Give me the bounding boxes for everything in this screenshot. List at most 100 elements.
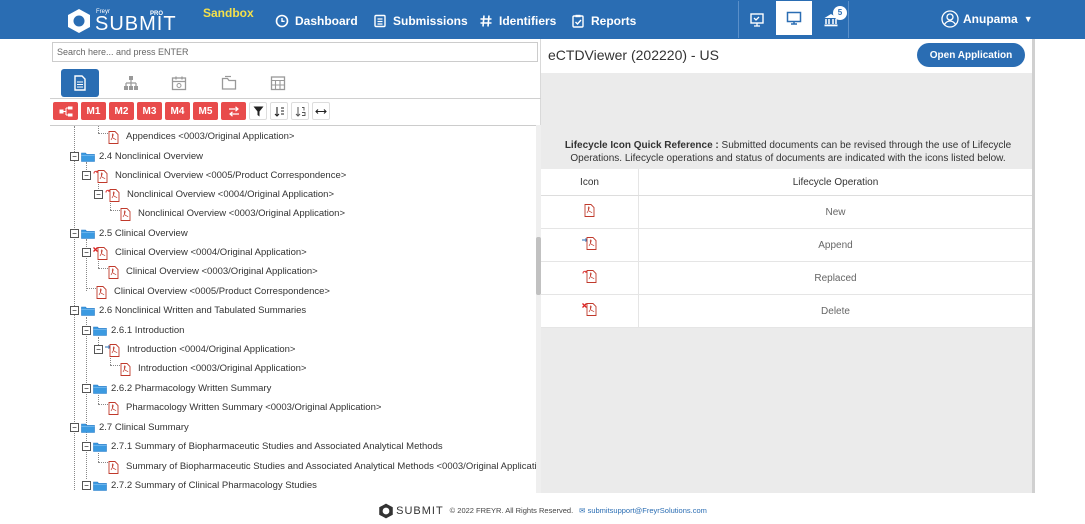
collapse-toggle-icon[interactable]: − [82,384,91,393]
collapse-toggle-icon[interactable]: − [94,190,103,199]
monitor-button[interactable] [776,1,812,38]
table-row: Replaced [541,262,1032,295]
collapse-toggle-icon[interactable]: − [70,152,79,161]
footer-logo: SUBMIT [378,503,444,519]
user-menu[interactable]: Anupama ▼ [941,10,1033,28]
module-m5-button[interactable]: M5 [193,102,218,120]
tree-folder-node[interactable]: − 2.5 Clinical Overview [70,224,188,243]
filter-button[interactable] [249,102,267,120]
grid-calendar-icon [270,76,286,91]
pdf-delete-icon [93,246,109,260]
footer-logo-text: SUBMIT [396,504,444,517]
module-m2-button[interactable]: M2 [109,102,134,120]
tree-document-node[interactable]: − Introduction <0004/Original Application… [94,340,295,359]
logo-pro-text: PRO [150,11,164,17]
tree-document-node[interactable]: Appendices <0003/Original Application> [108,127,294,146]
tree-document-node[interactable]: − Nonclinical Overview <0005/Product Corr… [82,166,346,185]
pdf-new-icon [584,204,596,220]
quick-reference-title: Lifecycle Icon Quick Reference : [564,140,719,151]
folder-icon [93,442,107,452]
copyright-text: © 2022 FREYR. All Rights Reserved. [449,506,574,515]
operation-label: New [825,206,846,218]
folder-icon [93,481,107,491]
tree-document-node[interactable]: Summary of Biopharmaceutic Studies and A… [108,457,536,476]
tree-document-node[interactable]: Clinical Overview <0005/Product Correspo… [96,282,330,301]
table-row: Append [541,229,1032,262]
nav-submissions[interactable]: Submissions [373,12,468,30]
clipboard-check-icon [572,14,584,28]
open-application-button[interactable]: Open Application [917,43,1025,67]
module-m1-button[interactable]: M1 [81,102,106,120]
collapse-toggle-icon[interactable]: − [70,306,79,315]
collapse-toggle-icon[interactable]: − [82,248,91,257]
tree-node-label: Nonclinical Overview <0003/Original Appl… [138,208,346,219]
tab-hierarchy-view[interactable] [112,69,150,97]
tree-document-node[interactable]: Pharmacology Written Summary <0003/Origi… [108,398,381,417]
nav-reports-label: Reports [591,14,637,28]
collapse-toggle-icon[interactable]: − [82,442,91,451]
folder-icon [81,306,95,316]
pdf-replaced-icon [93,169,109,183]
tree-document-node[interactable]: Introduction <0003/Original Application> [120,359,306,378]
sort-icon [274,106,284,117]
ectd-tree: Appendices <0003/Original Application> −2… [50,125,536,493]
tree-node-label: Pharmacology Written Summary <0003/Origi… [126,402,382,413]
tree-folder-node[interactable]: − 2.7 Clinical Summary [70,418,189,437]
tree-document-node[interactable]: − Nonclinical Overview <0004/Original App… [94,185,334,204]
operation-label: Replaced [814,272,857,284]
viewer-panel: eCTDViewer (202220) - US Open Applicatio… [541,39,1032,493]
freyr-submit-logo[interactable]: Freyr SUBMIT PRO [66,6,176,36]
tree-folder-node[interactable]: − 2.6 Nonclinical Written and Tabulated S… [70,301,306,320]
nav-reports[interactable]: Reports [571,12,636,30]
collapse-toggle-icon[interactable]: − [70,229,79,238]
expand-width-button[interactable] [312,102,330,120]
collapse-toggle-icon[interactable]: − [82,326,91,335]
viewer-title: eCTDViewer (202220) - US [548,47,719,63]
tab-grid-calendar-view[interactable] [259,69,297,97]
tree-document-node[interactable]: Clinical Overview <0003/Original Applica… [108,262,318,281]
header-operation: Lifecycle Operation [792,176,879,188]
tab-document-view[interactable] [61,69,99,97]
tab-calendar-view[interactable] [160,69,198,97]
sort-numeric-button[interactable] [291,102,309,120]
support-email: submitsupport@FreyrSolutions.com [587,506,707,515]
presentation-button[interactable] [738,1,774,38]
tree-folder-node[interactable]: − 2.7.1 Summary of Biopharmaceutic Studie… [82,437,443,456]
mail-icon: ✉ [579,506,586,515]
lifecycle-quick-reference: Lifecycle Icon Quick Reference : Submitt… [553,139,1023,165]
bank-button[interactable]: 5 [813,1,849,38]
nav-dashboard[interactable]: Dashboard [275,12,358,30]
operation-label: Delete [821,305,850,317]
module-m4-button[interactable]: M4 [165,102,190,120]
lifecycle-table-header: Icon Lifecycle Operation [541,169,1032,196]
table-row: Delete [541,295,1032,328]
search-input[interactable] [52,42,538,62]
nav-identifiers[interactable]: Identifiers [479,12,556,30]
tree-document-node[interactable]: − Clinical Overview <0004/Original Applic… [82,243,307,262]
support-email-link[interactable]: ✉ submitsupport@FreyrSolutions.com [579,506,707,515]
tree-folder-node[interactable]: − 2.6.1 Introduction [82,321,184,340]
collapse-toggle-icon[interactable]: − [70,423,79,432]
monitor-icon [786,11,802,25]
tree-folder-node[interactable]: − 2.6.2 Pharmacology Written Summary [82,379,271,398]
tree-node-label: 2.7 Clinical Summary [99,422,189,433]
collapse-toggle-icon[interactable]: − [94,345,103,354]
sort-button[interactable] [270,102,288,120]
collapse-toggle-icon[interactable]: − [82,171,91,180]
tree-folder-node[interactable]: − 2.7.2 Summary of Clinical Pharmacology … [82,476,317,493]
pdf-new-icon [108,401,120,415]
folder-icon [221,75,237,90]
module-m3-button[interactable]: M3 [137,102,162,120]
lifecycle-table: Icon Lifecycle Operation New Append Repl… [541,169,1032,328]
tree-toggle-button[interactable] [53,102,78,120]
folder-icon [81,423,95,433]
swap-button[interactable] [221,102,246,120]
tree-document-node[interactable]: Nonclinical Overview <0003/Original Appl… [120,204,345,223]
tree-node-label: Summary of Biopharmaceutic Studies and A… [126,461,536,472]
folder-icon [81,152,95,162]
tree-node-label: Nonclinical Overview <0005/Product Corre… [115,170,347,181]
viewer-header: eCTDViewer (202220) - US Open Applicatio… [541,39,1032,73]
tab-folder-view[interactable] [210,69,248,97]
collapse-toggle-icon[interactable]: − [82,481,91,490]
tree-folder-node[interactable]: − 2.4 Nonclinical Overview [70,147,203,166]
